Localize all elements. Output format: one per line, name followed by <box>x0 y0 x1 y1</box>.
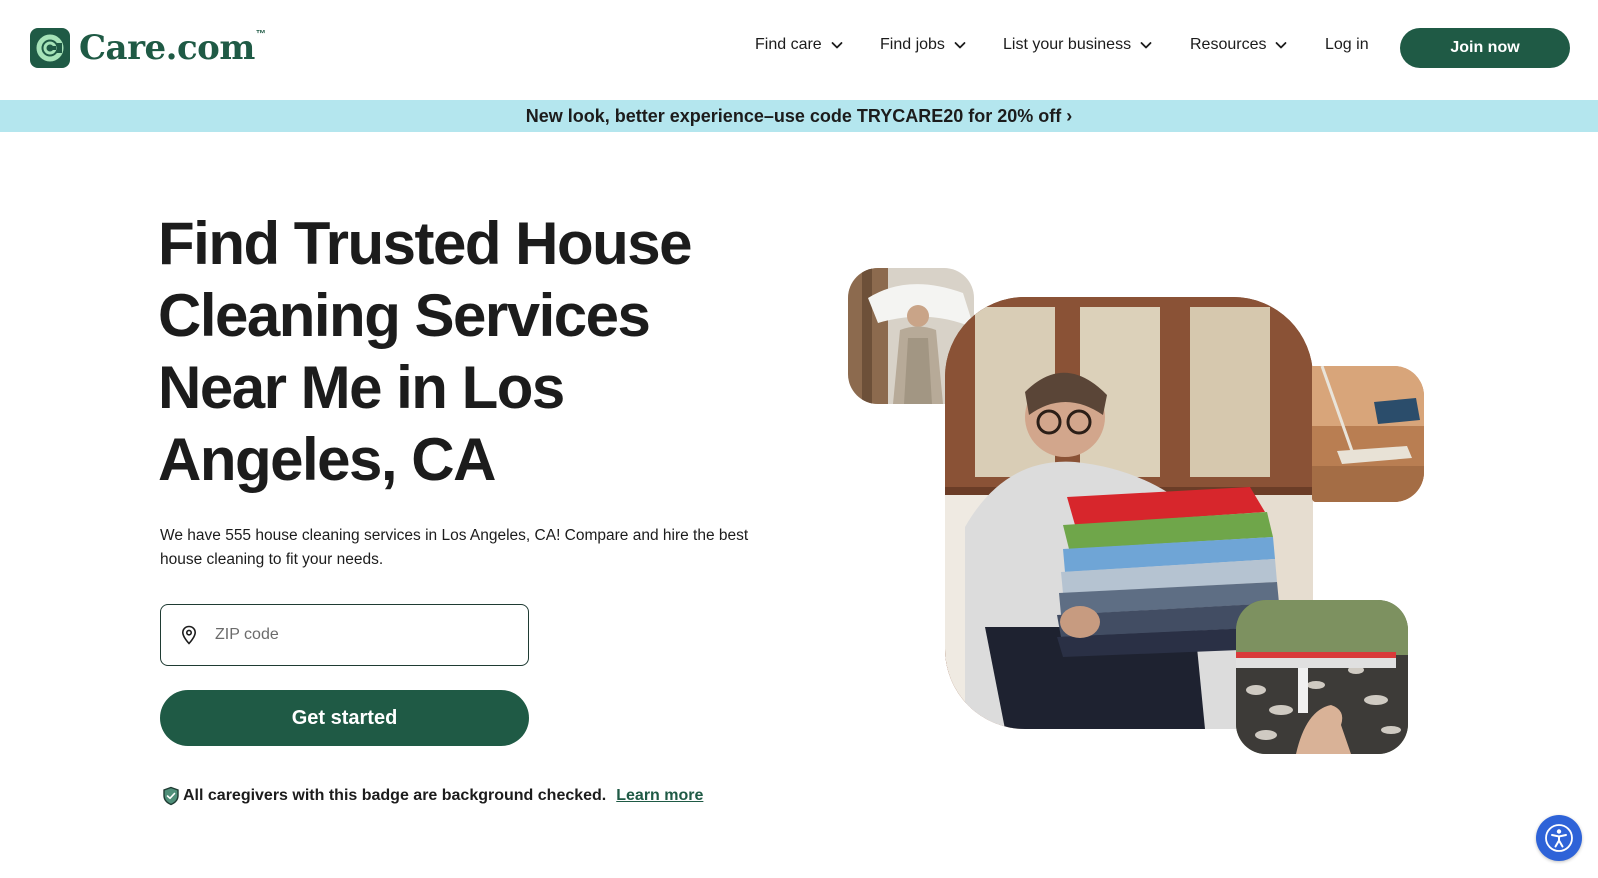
page: Care.com ™ Find care Find jobs List your… <box>0 0 1598 878</box>
nav-find-jobs[interactable]: Find jobs <box>880 36 967 54</box>
photo-squeegee-window <box>1236 600 1408 754</box>
zip-code-field[interactable] <box>160 604 529 666</box>
promo-banner[interactable]: New look, better experience–use code TRY… <box>0 100 1598 132</box>
chevron-down-icon <box>831 42 843 49</box>
photo-mop-on-floor <box>1312 366 1424 502</box>
promo-text: New look, better experience–use code TRY… <box>525 105 1073 126</box>
location-pin-icon <box>181 625 197 645</box>
nav-item-label: Resources <box>1190 36 1267 53</box>
chevron-down-icon <box>1276 42 1287 49</box>
background-check-note: All caregivers with this badge are backg… <box>162 786 703 806</box>
accessibility-button[interactable] <box>1536 815 1582 861</box>
nav-log-in[interactable]: Log in <box>1325 36 1369 54</box>
get-started-button[interactable]: Get started <box>160 690 529 746</box>
nav-resources[interactable]: Resources <box>1190 36 1288 54</box>
accessibility-icon <box>1545 824 1573 852</box>
zip-code-input[interactable] <box>215 626 505 644</box>
nav-item-label: Find jobs <box>880 36 945 53</box>
nav-list-your-business[interactable]: List your business <box>1003 36 1153 54</box>
hero-description: We have 555 house cleaning services in L… <box>160 527 749 568</box>
page-title: Find Trusted House Cleaning Services Nea… <box>158 210 693 493</box>
chevron-down-icon <box>954 42 966 49</box>
chevron-down-icon <box>1140 42 1152 49</box>
learn-more-link[interactable]: Learn more <box>616 787 703 805</box>
nav-item-label: Find care <box>755 36 822 53</box>
nav-item-label: Log in <box>1325 36 1369 53</box>
nav-find-care[interactable]: Find care <box>755 36 844 54</box>
nav-item-label: List your business <box>1003 36 1132 53</box>
main-nav: Find care Find jobs List your business R… <box>0 36 1598 60</box>
badge-text: All caregivers with this badge are backg… <box>183 787 607 804</box>
shield-check-icon <box>163 786 179 806</box>
join-now-button[interactable]: Join now <box>1400 28 1570 68</box>
site-header: Care.com ™ Find care Find jobs List your… <box>0 0 1598 100</box>
